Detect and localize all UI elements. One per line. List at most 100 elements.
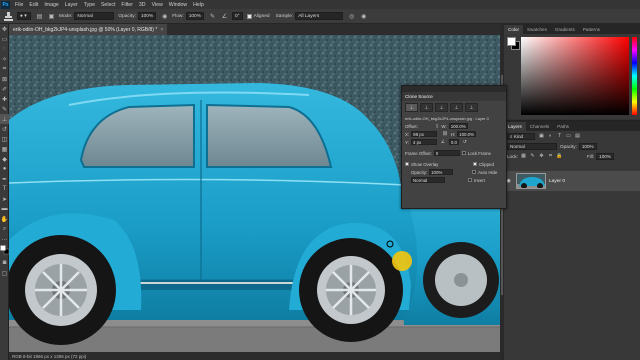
eraser-tool-icon[interactable]: ◫	[0, 134, 9, 144]
lock-frame-checkbox[interactable]	[461, 151, 466, 155]
sample-select[interactable]: All Layers	[295, 12, 344, 20]
lock-image-icon[interactable]: ✎	[529, 153, 536, 160]
layer-opacity-input[interactable]: 100%	[578, 142, 597, 150]
clone-source-5-icon[interactable]: ⊥	[465, 103, 478, 112]
color-picker-field[interactable]	[521, 37, 629, 115]
scale-width-input[interactable]: 100.0%	[448, 123, 468, 129]
chain-icon[interactable]: ⛓	[442, 131, 448, 137]
menu-select[interactable]: Select	[98, 2, 118, 8]
menu-filter[interactable]: Filter	[118, 2, 136, 8]
quick-select-tool-icon[interactable]: ✧	[0, 54, 9, 64]
aligned-checkbox[interactable]	[246, 13, 252, 19]
rotation-input[interactable]: 0.0	[448, 139, 459, 145]
type-tool-icon[interactable]: T	[0, 184, 9, 194]
blur-tool-icon[interactable]: ◆	[0, 154, 9, 164]
offset-y-input[interactable]: 4 px	[410, 139, 437, 145]
offset-x-input[interactable]: 98 px	[411, 131, 438, 137]
dodge-tool-icon[interactable]: ●	[0, 164, 9, 174]
tab-color[interactable]: Color	[504, 25, 523, 34]
pen-tool-icon[interactable]: ✒	[0, 174, 9, 184]
frame-tool-icon[interactable]: ⊠	[0, 74, 9, 84]
angle-input[interactable]: 0°	[231, 12, 243, 20]
tab-patterns[interactable]: Patterns	[579, 25, 604, 34]
brush-tool-icon[interactable]: ✎	[0, 104, 9, 114]
gradient-tool-icon[interactable]: ▦	[0, 144, 9, 154]
tab-paths[interactable]: Paths	[553, 122, 573, 131]
tab-gradients[interactable]: Gradients	[551, 25, 579, 34]
clone-stamp-icon[interactable]: ⊥	[0, 114, 9, 124]
menu-layer[interactable]: Layer	[62, 2, 81, 8]
clone-source-4-icon[interactable]: ⊥	[450, 103, 463, 112]
document-tab[interactable]: erik-odiin-OH_bkg2kJP4-unsplash.jpg @ 50…	[9, 24, 168, 35]
lock-artboard-icon[interactable]: ⌗	[547, 153, 554, 160]
lock-position-icon[interactable]: ✥	[538, 153, 545, 160]
brush-size-picker[interactable]: ● ▾	[17, 12, 31, 20]
app-logo[interactable]: Ps	[1, 0, 10, 9]
link-icon[interactable]: ▯	[436, 123, 438, 129]
foreground-color-swatch[interactable]	[507, 37, 516, 46]
opacity-input[interactable]: 100%	[137, 12, 157, 20]
menu-edit[interactable]: Edit	[26, 2, 41, 8]
overlay-mode-select[interactable]: Normal	[411, 177, 445, 183]
filter-adjustment-icon[interactable]: ◐	[547, 133, 554, 140]
shape-tool-icon[interactable]: ▬	[0, 204, 9, 214]
more-tools-icon[interactable]: …	[0, 234, 9, 244]
history-brush-icon[interactable]: ↺	[0, 124, 9, 134]
menu-window[interactable]: Window	[166, 2, 190, 8]
menu-image[interactable]: Image	[41, 2, 61, 8]
move-tool-icon[interactable]: ✥	[0, 24, 9, 34]
clone-source-1-icon[interactable]: ⊥	[405, 103, 418, 112]
clipped-checkbox[interactable]	[473, 162, 477, 166]
scale-height-input[interactable]: 100.0%	[457, 131, 477, 137]
menu-3d[interactable]: 3D	[136, 2, 149, 8]
layer-row[interactable]: ◉ Layer 0	[504, 171, 640, 191]
menu-help[interactable]: Help	[190, 2, 207, 8]
crop-tool-icon[interactable]: ⌗	[0, 64, 9, 74]
brush-settings-icon[interactable]: ▤	[35, 12, 44, 21]
filter-type-icon[interactable]: T	[556, 133, 563, 140]
pressure-size-icon[interactable]: ◉	[359, 12, 368, 21]
reset-transform-icon[interactable]: ↺	[463, 139, 467, 145]
quick-mask-icon[interactable]: ◙	[0, 258, 9, 268]
layer-kind-filter[interactable]: ⌕ Kind	[507, 132, 535, 140]
show-overlay-checkbox[interactable]	[405, 162, 409, 166]
clone-source-panel-icon[interactable]: ▣	[47, 12, 56, 21]
layer-blend-select[interactable]: Normal	[507, 142, 557, 150]
invert-checkbox[interactable]	[468, 178, 472, 182]
mode-select[interactable]: Normal	[74, 12, 115, 20]
ignore-adjustment-icon[interactable]: ◎	[347, 12, 356, 21]
menu-view[interactable]: View	[149, 2, 166, 8]
lasso-tool-icon[interactable]: ◌	[0, 44, 9, 54]
hand-tool-icon[interactable]: ✋	[0, 214, 9, 224]
overlay-opacity-input[interactable]: 100%	[429, 169, 454, 175]
filter-pixel-icon[interactable]: ▣	[538, 133, 545, 140]
eyedropper-tool-icon[interactable]: ✐	[0, 84, 9, 94]
frame-offset-input[interactable]: 0	[433, 150, 460, 156]
layer-lock-row: Lock: ▦ ✎ ✥ ⌗ 🔒 Fill: 100%	[504, 151, 640, 161]
tab-swatches[interactable]: Swatches	[523, 25, 551, 34]
zoom-tool-icon[interactable]: ⌕	[0, 224, 9, 234]
auto-hide-checkbox[interactable]	[472, 170, 477, 174]
layer-fill-input[interactable]: 100%	[596, 152, 614, 160]
airbrush-icon[interactable]: ✎	[208, 12, 217, 21]
lock-all-icon[interactable]: 🔒	[556, 153, 563, 160]
color-swatches-icon[interactable]	[0, 244, 9, 258]
clone-stamp-tool-icon[interactable]	[3, 11, 14, 22]
screen-mode-icon[interactable]: ▢	[0, 268, 9, 278]
lock-transparent-icon[interactable]: ▦	[520, 153, 527, 160]
flow-input[interactable]: 100%	[185, 12, 204, 20]
path-select-tool-icon[interactable]: ➤	[0, 194, 9, 204]
clone-source-3-icon[interactable]: ⊥	[435, 103, 448, 112]
tab-channels[interactable]: Channels	[526, 122, 553, 131]
marquee-tool-icon[interactable]: ▭	[0, 34, 9, 44]
pressure-opacity-icon[interactable]: ◉	[160, 12, 169, 21]
menu-file[interactable]: File	[12, 2, 26, 8]
filter-smart-object-icon[interactable]: ▤	[574, 133, 581, 140]
menu-type[interactable]: Type	[81, 2, 98, 8]
healing-tool-icon[interactable]: ✚	[0, 94, 9, 104]
clone-source-2-icon[interactable]: ⊥	[420, 103, 433, 112]
hue-slider[interactable]	[632, 37, 637, 115]
close-tab-icon[interactable]: ×	[160, 27, 163, 33]
filter-shape-icon[interactable]: ▭	[565, 133, 572, 140]
tab-layers[interactable]: Layers	[504, 122, 526, 131]
